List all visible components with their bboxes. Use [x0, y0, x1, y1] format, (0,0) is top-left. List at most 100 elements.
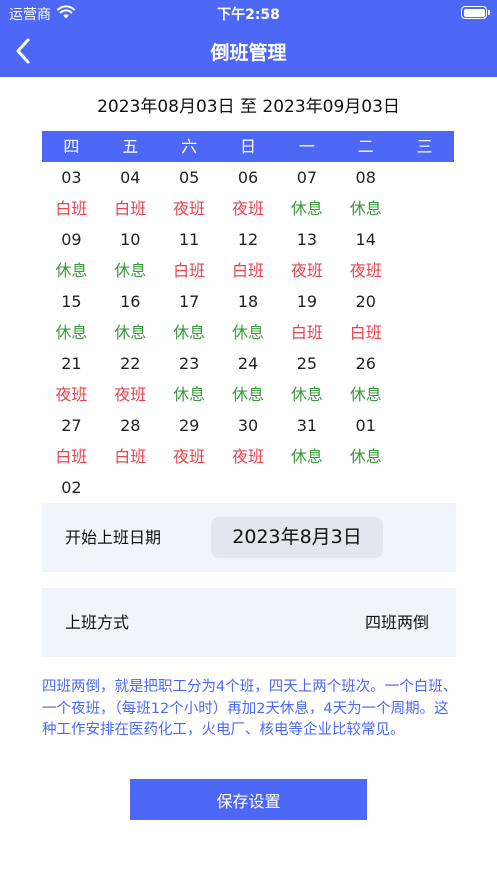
calendar-day-cell[interactable]: 06 夜班 — [219, 164, 278, 226]
calendar-day-cell[interactable]: 24 休息 — [219, 350, 278, 412]
calendar-day-cell[interactable]: 21 夜班 — [42, 350, 101, 412]
calendar-day-number: 24 — [237, 354, 259, 373]
weekday-label: 五 — [122, 137, 139, 156]
calendar-shift-label: 休息 — [55, 323, 88, 342]
calendar-shift-label: 夜班 — [173, 199, 206, 218]
page-title: 倒班管理 — [210, 42, 287, 64]
calendar-day-cell[interactable]: 20 白班 — [336, 288, 395, 350]
calendar-shift-label: 休息 — [349, 447, 382, 466]
save-button[interactable]: 保存设置 — [130, 779, 367, 820]
calendar-day-number: 04 — [120, 168, 141, 187]
calendar-day-cell[interactable]: 09 休息 — [42, 226, 101, 288]
weekday-label: 一 — [298, 137, 315, 156]
calendar-shift-label: 夜班 — [55, 385, 88, 404]
calendar-day-cell[interactable]: 19 白班 — [277, 288, 336, 350]
date-range-label: 2023年08月03日 至 2023年09月03日 — [97, 97, 400, 117]
calendar-shift-label: 休息 — [55, 261, 88, 280]
calendar-day-cell[interactable]: 07 休息 — [277, 164, 336, 226]
calendar-day-number: 17 — [178, 292, 200, 311]
calendar-day-number: 18 — [237, 292, 259, 311]
calendar-day-number: 29 — [178, 416, 200, 435]
calendar-shift-label: 白班 — [173, 261, 206, 280]
calendar-shift-label: 休息 — [349, 199, 382, 218]
calendar-day-number: 31 — [296, 416, 318, 435]
calendar-day-number: 16 — [120, 292, 141, 311]
calendar-day-number: 07 — [296, 168, 318, 187]
calendar-day-cell[interactable]: 26 休息 — [336, 350, 395, 412]
calendar-day-cell[interactable]: 13 夜班 — [277, 226, 336, 288]
calendar-day-cell[interactable]: 22 夜班 — [101, 350, 160, 412]
status-time: 下午2:58 — [217, 7, 280, 23]
calendar-day-number: 27 — [61, 416, 82, 435]
calendar-day-number: 13 — [296, 230, 318, 249]
calendar-day-number: 09 — [61, 230, 82, 249]
calendar-day-number: 05 — [178, 168, 200, 187]
calendar-day-cell[interactable]: 11 白班 — [160, 226, 219, 288]
calendar-shift-label: 休息 — [114, 261, 147, 280]
calendar-day-cell[interactable]: 27 白班 — [42, 412, 101, 474]
weekday-label: 六 — [181, 137, 198, 156]
start-date-picker[interactable]: 2023年8月3日 — [211, 517, 383, 558]
nav-header: 运营商 下午2:58 倒班管理 — [0, 0, 497, 77]
calendar-shift-label: 休息 — [114, 323, 147, 342]
calendar-day-cell[interactable]: 31 休息 — [277, 412, 336, 474]
shift-mode-label: 上班方式 — [65, 613, 130, 632]
calendar-day-number: 30 — [237, 416, 259, 435]
calendar-day-number: 10 — [120, 230, 141, 249]
calendar-day-cell[interactable]: 29 夜班 — [160, 412, 219, 474]
calendar-day-cell[interactable]: 16 休息 — [101, 288, 160, 350]
calendar-shift-label: 夜班 — [114, 385, 147, 404]
calendar-shift-label: 休息 — [232, 385, 265, 404]
calendar-day-number: 21 — [61, 354, 82, 373]
calendar-day-cell[interactable]: 08 休息 — [336, 164, 395, 226]
weekday-label: 三 — [416, 137, 433, 156]
calendar-day-cell[interactable]: 25 休息 — [277, 350, 336, 412]
calendar-day-number: 02 — [61, 478, 82, 497]
battery-icon — [461, 6, 490, 19]
calendar-shift-label: 白班 — [232, 261, 265, 280]
calendar-day-cell[interactable]: 01 休息 — [336, 412, 395, 474]
calendar-shift-label: 夜班 — [232, 199, 265, 218]
calendar-shift-label: 休息 — [173, 385, 206, 404]
calendar-shift-label: 白班 — [55, 447, 88, 466]
calendar-day-cell[interactable]: 14 夜班 — [336, 226, 395, 288]
calendar-day-number: 08 — [355, 168, 376, 187]
calendar-grid: 03 白班 04 白班 05 夜班 06 夜班 07 休息 08 休息 09 休息 10 休息 11 白班 12 白班… — [42, 164, 454, 536]
shift-mode-description: 四班两倒，就是把职工分为4个班，四天上两个班次。一个白班、一个夜班，（每班12个… — [42, 679, 458, 738]
weekday-label: 二 — [357, 137, 374, 156]
calendar-day-number: 25 — [296, 354, 318, 373]
calendar-day-cell[interactable]: 03 白班 — [42, 164, 101, 226]
calendar-day-cell[interactable]: 18 休息 — [219, 288, 278, 350]
calendar-day-number: 20 — [355, 292, 376, 311]
calendar-day-cell[interactable]: 23 休息 — [160, 350, 219, 412]
calendar-day-cell[interactable]: 04 白班 — [101, 164, 160, 226]
weekday-label: 日 — [240, 137, 257, 156]
weekday-header: 四 五 六 日 一 二 三 — [42, 131, 454, 162]
calendar-day-cell[interactable]: 12 白班 — [219, 226, 278, 288]
calendar-day-cell[interactable]: 05 夜班 — [160, 164, 219, 226]
calendar-day-cell[interactable]: 15 休息 — [42, 288, 101, 350]
calendar-shift-label: 休息 — [290, 385, 323, 404]
calendar-shift-label: 休息 — [290, 199, 323, 218]
calendar-shift-label: 白班 — [349, 323, 382, 342]
calendar-shift-label: 白班 — [55, 199, 88, 218]
shift-mode-value[interactable]: 四班两倒 — [365, 588, 429, 657]
calendar-shift-label: 夜班 — [349, 261, 382, 280]
calendar-day-number: 26 — [355, 354, 376, 373]
calendar-day-cell[interactable]: 17 休息 — [160, 288, 219, 350]
calendar-day-number: 06 — [237, 168, 259, 187]
calendar-shift-label: 夜班 — [232, 447, 265, 466]
calendar-day-cell[interactable]: 28 白班 — [101, 412, 160, 474]
calendar-shift-label: 休息 — [349, 385, 382, 404]
calendar-day-number: 22 — [120, 354, 141, 373]
calendar-day-cell[interactable]: 30 夜班 — [219, 412, 278, 474]
shift-mode-row[interactable]: 上班方式 四班两倒 — [42, 588, 456, 657]
calendar-day-number: 28 — [120, 416, 141, 435]
weekday-label: 四 — [63, 137, 80, 156]
calendar-day-number: 11 — [178, 230, 200, 249]
calendar-shift-label: 休息 — [173, 323, 206, 342]
calendar-day-cell[interactable]: 10 休息 — [101, 226, 160, 288]
calendar-shift-label: 夜班 — [173, 447, 206, 466]
calendar-shift-label: 白班 — [114, 447, 147, 466]
calendar-day-number: 23 — [178, 354, 200, 373]
